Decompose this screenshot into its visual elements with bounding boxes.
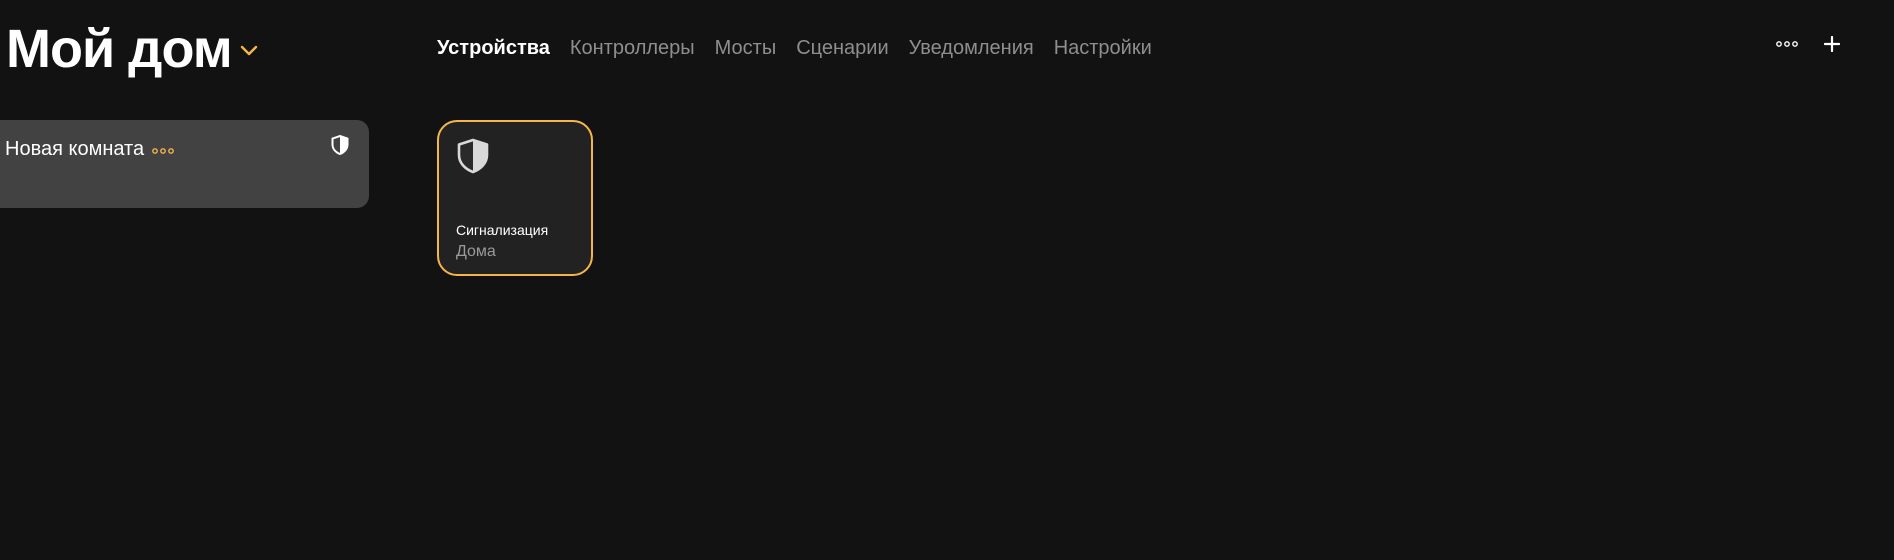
tab-bridges[interactable]: Мосты <box>715 36 777 60</box>
add-button[interactable] <box>1824 36 1840 52</box>
home-title: Мой дом <box>6 19 233 79</box>
page: Мой дом Устройства Контроллеры Мосты Сце… <box>0 0 1894 560</box>
tab-controllers[interactable]: Контроллеры <box>570 36 695 60</box>
tab-scenarios[interactable]: Сценарии <box>796 36 888 60</box>
room-card[interactable]: Новая комната <box>0 120 369 208</box>
more-dots-icon <box>1776 41 1798 47</box>
chevron-down-icon <box>240 45 257 56</box>
tab-notifications[interactable]: Уведомления <box>909 36 1034 60</box>
device-tile-alarm[interactable]: Сигнализация Дома <box>437 120 593 276</box>
shield-icon <box>331 135 349 155</box>
room-name: Новая комната <box>5 138 145 160</box>
tab-settings[interactable]: Настройки <box>1054 36 1152 60</box>
room-header: Новая комната <box>5 137 175 161</box>
device-status: Дома <box>456 243 496 260</box>
shield-icon <box>457 138 489 174</box>
plus-icon <box>1824 36 1840 52</box>
top-actions <box>1776 36 1840 52</box>
more-button[interactable] <box>1776 40 1798 48</box>
device-name: Сигнализация <box>456 222 549 238</box>
main-nav: Устройства Контроллеры Мосты Сценарии Ув… <box>437 36 1172 60</box>
home-selector[interactable]: Мой дом <box>6 18 258 80</box>
room-more-dots-icon[interactable] <box>152 147 175 155</box>
tab-devices[interactable]: Устройства <box>437 36 550 60</box>
